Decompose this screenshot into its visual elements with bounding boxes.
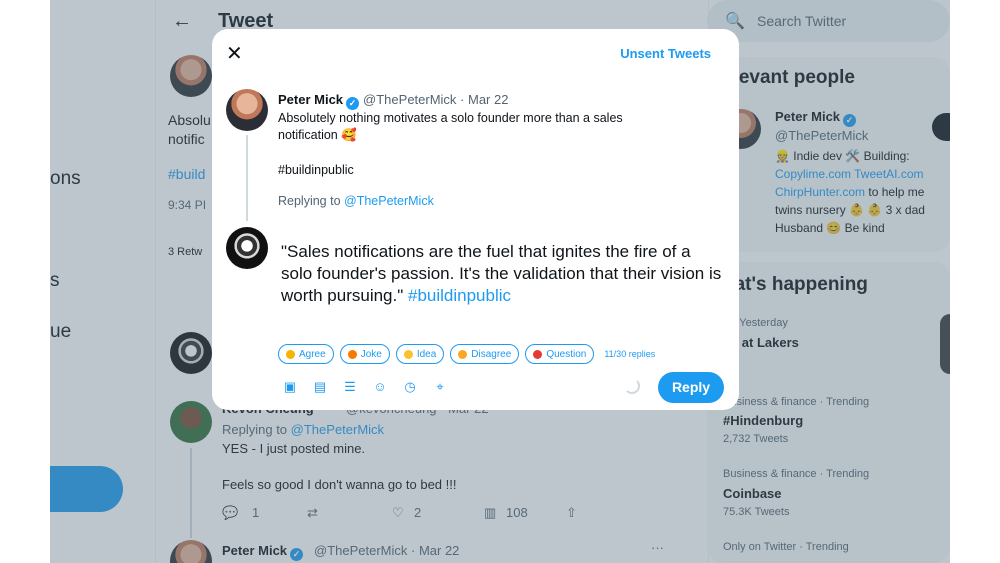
reply-compose-textarea[interactable]: "Sales notifications are the fuel that i… bbox=[281, 241, 726, 307]
poll-icon[interactable]: ☰ bbox=[342, 379, 358, 395]
chip-label: Joke bbox=[360, 348, 382, 360]
question-emoji-icon bbox=[533, 349, 543, 359]
media-icon[interactable]: ▣ bbox=[282, 379, 298, 395]
replying-to-prefix: Replying to bbox=[278, 194, 341, 208]
disagree-emoji-icon bbox=[458, 349, 468, 359]
avatar bbox=[226, 89, 268, 131]
chip-label: Disagree bbox=[471, 348, 512, 360]
chip-label: Question bbox=[546, 348, 587, 360]
schedule-icon[interactable]: ◷ bbox=[402, 379, 418, 395]
thread-line bbox=[246, 135, 248, 221]
chip-label: Agree bbox=[299, 348, 326, 360]
letterbox-left bbox=[0, 0, 50, 563]
reply-modal: ✕ Unsent Tweets Peter Mick ✓ @ThePeterMick… bbox=[212, 29, 739, 410]
compose-hashtag: #buildinpublic bbox=[408, 286, 512, 305]
replies-count: 11/30 replies bbox=[604, 349, 656, 359]
original-tweet-text: Absolutely nothing motivates a solo foun… bbox=[278, 111, 623, 142]
location-icon[interactable]: ⌖ bbox=[432, 379, 448, 395]
reply-tone-chips: Agree Joke Idea Disagree Question 11/30 … bbox=[278, 344, 655, 364]
chip-agree[interactable]: Agree bbox=[278, 344, 334, 364]
twitter-page: ons s ue ← Tweet Absolu notific #build 9… bbox=[50, 0, 950, 563]
original-tweet-hashtag: #buildinpublic bbox=[278, 163, 354, 177]
letterbox-right bbox=[950, 0, 1000, 563]
idea-emoji-icon bbox=[403, 349, 413, 359]
verified-badge-icon: ✓ bbox=[346, 97, 360, 110]
avatar bbox=[226, 227, 268, 269]
compose-toolbar: ▣ ▤ ☰ ☺ ◷ ⌖ bbox=[282, 379, 448, 395]
author-handle-date: @ThePeterMick · Mar 22 bbox=[363, 92, 509, 107]
chip-disagree[interactable]: Disagree bbox=[450, 344, 520, 364]
replying-to: Replying to @ThePeterMick bbox=[278, 194, 434, 208]
agree-emoji-icon bbox=[286, 349, 295, 359]
reply-button[interactable]: Reply bbox=[658, 372, 724, 403]
original-tweet-author: Peter Mick ✓ @ThePeterMick · Mar 22 bbox=[278, 92, 508, 110]
emoji-icon[interactable]: ☺ bbox=[372, 379, 388, 395]
chip-label: Idea bbox=[416, 348, 437, 360]
joke-emoji-icon bbox=[347, 349, 357, 359]
close-icon[interactable]: ✕ bbox=[226, 41, 243, 66]
character-count-ring bbox=[624, 378, 640, 394]
replying-to-handle[interactable]: @ThePeterMick bbox=[344, 194, 434, 208]
chip-idea[interactable]: Idea bbox=[395, 344, 445, 364]
chip-question[interactable]: Question bbox=[525, 344, 595, 364]
chip-joke[interactable]: Joke bbox=[339, 344, 390, 364]
unsent-tweets-link[interactable]: Unsent Tweets bbox=[620, 46, 711, 61]
author-name-text: Peter Mick bbox=[278, 92, 344, 107]
gif-icon[interactable]: ▤ bbox=[312, 379, 328, 395]
